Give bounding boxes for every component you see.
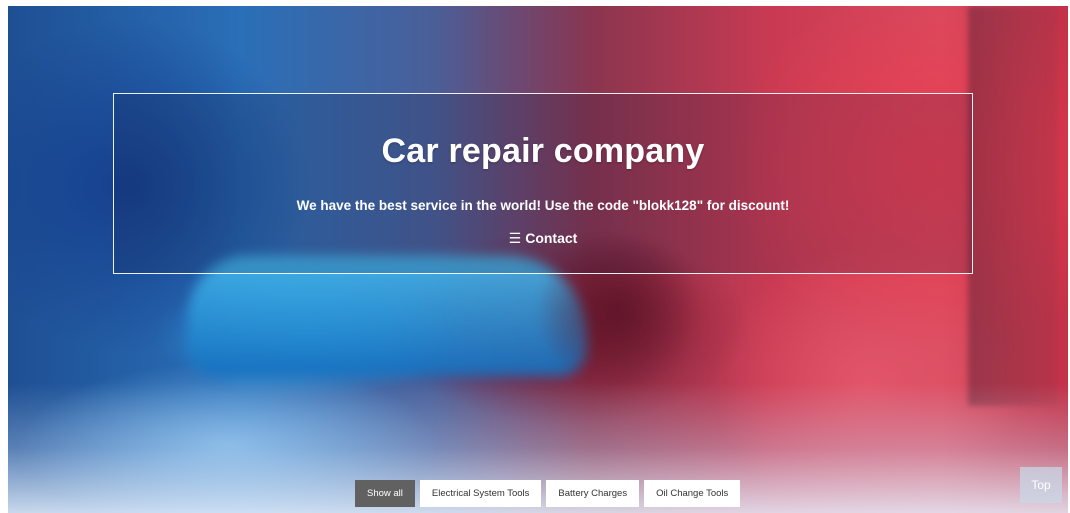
filter-bar: Show all Electrical System Tools Battery… [355, 480, 741, 507]
scroll-top-button[interactable]: Top [1020, 467, 1062, 503]
filter-show-all-button[interactable]: Show all [355, 480, 415, 507]
menu-icon: ☰ [508, 230, 522, 246]
hero-pillar-shape [968, 6, 1058, 406]
header-box: Car repair company We have the best serv… [113, 93, 973, 274]
filter-battery-charges-button[interactable]: Battery Charges [546, 480, 640, 507]
page-title: Car repair company [381, 132, 705, 170]
filter-electrical-system-tools-button[interactable]: Electrical System Tools [419, 480, 542, 507]
page: Car repair company We have the best serv… [0, 0, 1070, 513]
contact-label: Contact [525, 230, 578, 246]
header-subtitle: We have the best service in the world! U… [296, 198, 790, 213]
filter-oil-change-tools-button[interactable]: Oil Change Tools [644, 480, 741, 507]
contact-link[interactable]: ☰ Contact [114, 230, 972, 247]
